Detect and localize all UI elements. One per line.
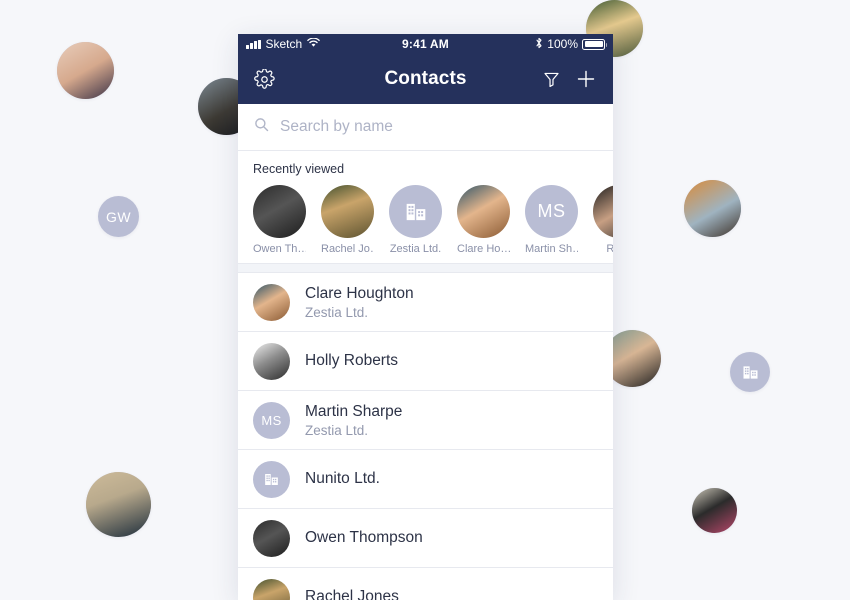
recently-viewed-item[interactable]: Owen Th… bbox=[253, 185, 306, 255]
contact-row-text: Martin Sharpe Zestia Ltd. bbox=[305, 403, 402, 438]
avatar bbox=[253, 185, 306, 238]
contact-name: Clare Houghton bbox=[305, 284, 414, 302]
recently-viewed-item-label: Rachel Jo… bbox=[321, 243, 374, 255]
avatar bbox=[253, 342, 290, 380]
recently-viewed-item-label: Zestia Ltd. bbox=[389, 243, 442, 255]
avatar-photo bbox=[57, 42, 114, 99]
building-icon bbox=[730, 352, 770, 392]
table-row[interactable]: Nunito Ltd. bbox=[238, 450, 613, 509]
contact-name: Owen Thompson bbox=[305, 529, 423, 546]
avatar-photo bbox=[692, 488, 737, 533]
table-row[interactable]: Owen Thompson bbox=[238, 509, 613, 568]
gear-icon[interactable] bbox=[254, 68, 275, 90]
avatar bbox=[253, 519, 290, 557]
backdrop-avatar-initials-gw: GW bbox=[98, 196, 139, 237]
contact-row-text: Rachel Jones bbox=[305, 588, 399, 600]
navigation-bar: Contacts bbox=[238, 54, 613, 104]
avatar-photo bbox=[253, 342, 290, 380]
backdrop-avatar-woman-field bbox=[86, 472, 151, 537]
contact-row-text: Owen Thompson bbox=[305, 529, 423, 547]
table-row[interactable]: Holly Roberts bbox=[238, 332, 613, 391]
building-icon bbox=[253, 461, 290, 498]
table-row[interactable]: Rachel Jones bbox=[238, 568, 613, 600]
avatar-photo bbox=[253, 519, 290, 557]
status-bar: Sketch 9:41 AM 100% bbox=[238, 34, 613, 54]
avatar bbox=[457, 185, 510, 238]
avatar bbox=[253, 578, 290, 600]
contact-row-text: Clare Houghton Zestia Ltd. bbox=[305, 285, 414, 320]
phone-mockup: Sketch 9:41 AM 100% Contacts Search by n… bbox=[238, 34, 613, 600]
contact-company: Zestia Ltd. bbox=[305, 422, 369, 438]
backdrop-avatar-man-beanie bbox=[684, 180, 741, 237]
contact-name: Rachel Jones bbox=[305, 588, 399, 600]
battery-full-icon bbox=[582, 38, 607, 50]
section-divider bbox=[238, 263, 613, 273]
avatar-initials: GW bbox=[105, 208, 132, 225]
avatar: MS bbox=[253, 401, 290, 439]
search-input[interactable] bbox=[280, 118, 597, 136]
contact-name: Holly Roberts bbox=[305, 352, 399, 369]
plus-icon[interactable] bbox=[575, 68, 597, 90]
navigation-bar-actions bbox=[542, 68, 597, 90]
backdrop-avatar-company bbox=[730, 352, 770, 392]
filter-funnel-icon[interactable] bbox=[542, 70, 561, 89]
backdrop-avatar-man-glasses bbox=[692, 488, 737, 533]
contact-name: Martin Sharpe bbox=[305, 402, 403, 420]
contact-row-text: Nunito Ltd. bbox=[305, 470, 380, 488]
status-bar-right: 100% bbox=[535, 37, 607, 52]
recently-viewed-title: Recently viewed bbox=[253, 162, 345, 176]
avatar-photo bbox=[86, 472, 151, 537]
avatar bbox=[593, 185, 613, 238]
contact-row-text: Holly Roberts bbox=[305, 352, 398, 370]
avatar-photo bbox=[253, 578, 290, 600]
recently-viewed-item-label: Robe bbox=[606, 243, 613, 255]
avatar-initials: MS bbox=[537, 201, 566, 221]
avatar bbox=[253, 283, 290, 321]
recently-viewed-item[interactable]: Rachel Jo… bbox=[321, 185, 374, 255]
recently-viewed-item[interactable]: Clare Ho… bbox=[457, 185, 510, 255]
avatar: MS bbox=[525, 185, 578, 238]
bluetooth-icon bbox=[535, 37, 543, 52]
avatar-photo bbox=[684, 180, 741, 237]
search-bar[interactable] bbox=[238, 104, 613, 151]
recently-viewed-list[interactable]: Owen Th… Rachel Jo… Zestia Ltd. Clare Ho… MS… bbox=[238, 185, 613, 255]
avatar-initials: MS bbox=[261, 412, 282, 428]
building-icon bbox=[389, 185, 442, 238]
backdrop-avatar-man-beard bbox=[57, 42, 114, 99]
avatar-photo bbox=[457, 185, 510, 238]
recently-viewed-item[interactable]: MS Martin Sh… bbox=[525, 185, 578, 255]
avatar-photo bbox=[253, 283, 290, 321]
recently-viewed-item[interactable]: Robe bbox=[593, 185, 613, 255]
contact-company: Zestia Ltd. bbox=[305, 304, 369, 320]
recently-viewed-item-label: Clare Ho… bbox=[457, 243, 510, 255]
contact-name: Nunito Ltd. bbox=[305, 470, 380, 487]
battery-percent-label: 100% bbox=[547, 37, 578, 51]
avatar bbox=[389, 185, 442, 238]
recently-viewed-item-label: Owen Th… bbox=[253, 243, 306, 255]
avatar-photo bbox=[321, 185, 374, 238]
recently-viewed-item-label: Martin Sh… bbox=[525, 243, 578, 255]
recently-viewed-item[interactable]: Zestia Ltd. bbox=[389, 185, 442, 255]
contacts-list[interactable]: Clare Houghton Zestia Ltd. Holly Roberts MS… bbox=[238, 273, 613, 600]
avatar bbox=[321, 185, 374, 238]
table-row[interactable]: MS Martin Sharpe Zestia Ltd. bbox=[238, 391, 613, 450]
avatar-photo bbox=[593, 185, 613, 238]
avatar bbox=[253, 460, 290, 498]
avatar-photo bbox=[253, 185, 306, 238]
recently-viewed-section: Recently viewed Owen Th… Rachel Jo… Zestia… bbox=[238, 151, 613, 263]
search-icon bbox=[254, 117, 269, 137]
table-row[interactable]: Clare Houghton Zestia Ltd. bbox=[238, 273, 613, 332]
